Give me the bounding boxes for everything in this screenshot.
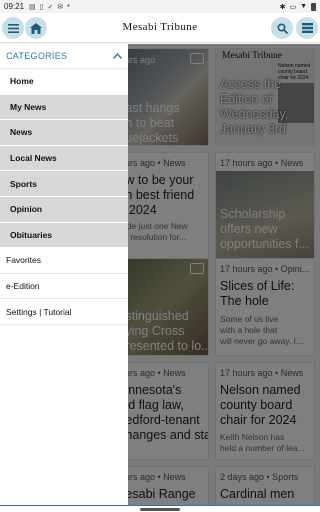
app-bar: Mesabi Tribune xyxy=(0,13,320,43)
drawer-item-e-edition[interactable]: e-Edition xyxy=(0,273,128,300)
list-layout-icon xyxy=(301,23,313,33)
drawer-item-obituaries[interactable]: Obituaries xyxy=(0,222,128,249)
wifi-icon: ▼ xyxy=(300,3,307,10)
vibrate-icon: ▭ xyxy=(289,3,297,11)
drawer-item-favorites[interactable]: Favorites xyxy=(0,248,128,274)
status-time: 09:21 xyxy=(4,2,25,11)
drawer-item-opinion[interactable]: Opinion xyxy=(0,196,128,223)
sim-icon: ▯ xyxy=(39,3,44,11)
layout-button[interactable] xyxy=(296,17,318,39)
bluetooth-icon: ✱ xyxy=(279,3,286,11)
drawer-item-local-news[interactable]: Local News xyxy=(0,145,128,172)
status-bar: 09:21 ▤ ▯ ✓ ✉ • ✱ ▭ ▼ xyxy=(0,0,320,13)
drawer-item-home[interactable]: Home xyxy=(0,69,128,95)
navigation-drawer: CATEGORIES Home My News News Local News … xyxy=(0,44,128,506)
drawer-item-settings[interactable]: Settings | Tutorial xyxy=(0,299,128,325)
status-right-icons: ✱ ▭ ▼ xyxy=(279,2,316,11)
search-button[interactable] xyxy=(271,17,293,39)
categories-header[interactable]: CATEGORIES xyxy=(0,44,128,69)
battery-icon xyxy=(311,2,316,11)
check-icon: ✓ xyxy=(47,3,54,11)
notification-icon: ▤ xyxy=(29,3,36,11)
gesture-handle[interactable] xyxy=(140,508,180,511)
drawer-item-sports[interactable]: Sports xyxy=(0,171,128,197)
categories-label: CATEGORIES xyxy=(6,51,68,61)
status-left-icons: ▤ ▯ ✓ ✉ • xyxy=(29,3,70,11)
search-icon xyxy=(276,22,288,34)
drawer-item-my-news[interactable]: My News xyxy=(0,94,128,121)
drawer-item-news[interactable]: News xyxy=(0,120,128,146)
chevron-up-icon xyxy=(112,51,123,61)
mail-icon: ✉ xyxy=(57,3,64,11)
dot-icon: • xyxy=(67,2,70,10)
